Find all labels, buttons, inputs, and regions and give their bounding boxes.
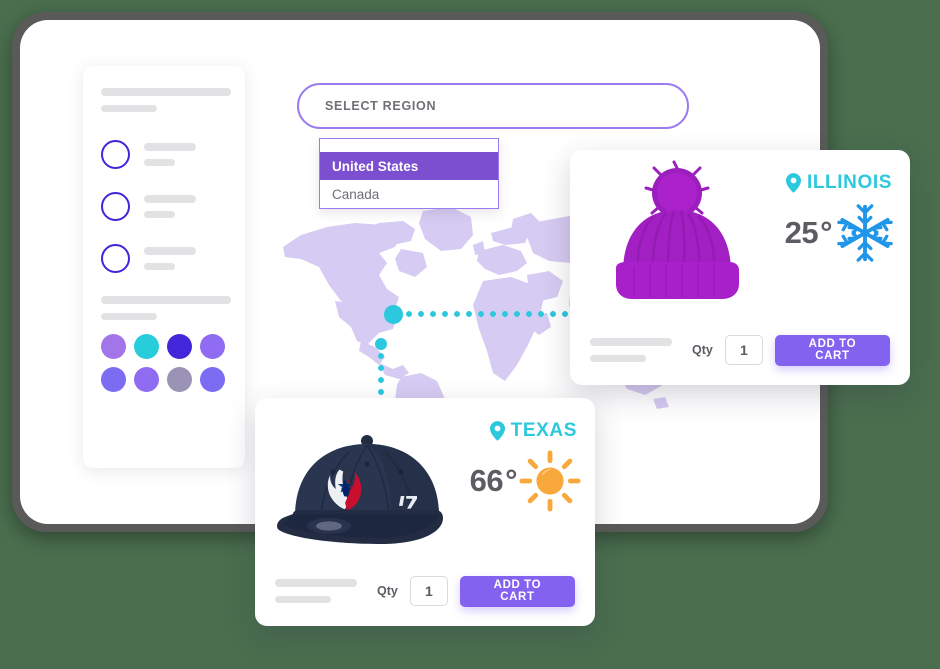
product-card-illinois: ILLINOIS 25 ° Qty 1 ADD TO CART <box>570 150 910 385</box>
color-swatch[interactable] <box>134 367 159 392</box>
sidebar-header-placeholder <box>101 88 231 112</box>
temperature-value-texas: 66 <box>469 463 504 498</box>
temperature-row-illinois: 25 ° <box>785 202 896 264</box>
location-name-illinois: ILLINOIS <box>806 172 892 193</box>
add-to-cart-button-texas[interactable]: ADD TO CART <box>459 575 575 607</box>
dropdown-option-canada[interactable]: Canada <box>320 180 498 208</box>
product-card-texas: TEXAS 66 ° Qty 1 ADD TO CART <box>255 398 595 626</box>
color-swatch[interactable] <box>101 367 126 392</box>
placeholder-line <box>590 355 646 362</box>
purple-beanie-hat-image <box>616 160 739 299</box>
circle-outline-icon <box>101 140 130 169</box>
dropdown-option-blank[interactable] <box>320 139 498 152</box>
placeholder-line <box>144 263 175 270</box>
location-name-texas: TEXAS <box>510 420 577 441</box>
select-region-label: SELECT REGION <box>325 99 437 113</box>
placeholder-line <box>275 579 357 587</box>
sidebar-item-1[interactable] <box>101 140 227 169</box>
placeholder-line <box>144 143 196 151</box>
map-dot-illinois[interactable] <box>384 305 403 324</box>
map-dot-texas[interactable] <box>375 338 387 350</box>
product-meta-placeholder <box>590 338 672 362</box>
placeholder-line <box>101 88 231 96</box>
color-swatch[interactable] <box>167 334 192 359</box>
snowflake-icon <box>837 204 893 262</box>
card-top-texas: TEXAS 66 ° <box>255 398 595 558</box>
sidebar-item-2[interactable] <box>101 192 227 221</box>
card-top-illinois: ILLINOIS 25 ° <box>570 150 910 315</box>
location-pin-icon <box>785 173 801 193</box>
placeholder-line <box>144 195 196 203</box>
location-row-texas: TEXAS <box>489 420 577 442</box>
qty-input-illinois[interactable] <box>724 335 763 365</box>
location-row-illinois: ILLINOIS <box>785 172 892 194</box>
region-dropdown-list[interactable]: United States Canada <box>319 138 499 209</box>
placeholder-line <box>275 596 331 603</box>
sidebar-item-3[interactable] <box>101 244 227 273</box>
placeholder-line <box>590 338 672 346</box>
temperature-value-illinois: 25 <box>784 215 819 250</box>
add-to-cart-button-illinois[interactable]: ADD TO CART <box>774 334 890 366</box>
card-bottom-illinois: Qty ADD TO CART <box>570 315 910 385</box>
placeholder-line <box>101 296 231 304</box>
qty-input-texas[interactable] <box>409 576 448 606</box>
placeholder-line <box>144 247 196 255</box>
placeholder-line <box>101 105 157 112</box>
color-swatch[interactable] <box>167 367 192 392</box>
degree-symbol: ° <box>505 463 517 498</box>
qty-label-illinois: Qty <box>692 343 713 357</box>
sidebar-item-label-placeholder <box>144 195 227 218</box>
circle-outline-icon <box>101 192 130 221</box>
degree-symbol: ° <box>820 215 832 250</box>
qty-label-texas: Qty <box>377 584 398 598</box>
location-pin-icon <box>489 421 505 441</box>
color-swatch[interactable] <box>134 334 159 359</box>
placeholder-line <box>144 159 175 166</box>
dropdown-option-united-states[interactable]: United States <box>320 152 498 180</box>
select-region-field[interactable]: SELECT REGION <box>297 83 689 129</box>
navy-baseball-cap-image <box>277 435 443 544</box>
sun-icon <box>519 450 581 512</box>
card-bottom-texas: Qty ADD TO CART <box>255 556 595 626</box>
color-swatch[interactable] <box>200 367 225 392</box>
color-swatch-grid <box>101 334 227 392</box>
sidebar-item-label-placeholder <box>144 143 227 166</box>
temperature-row-texas: 66 ° <box>470 450 581 512</box>
color-swatch[interactable] <box>101 334 126 359</box>
sidebar-section-header-placeholder <box>101 296 231 320</box>
placeholder-line <box>101 313 157 320</box>
sidebar-panel <box>83 66 245 468</box>
color-swatch[interactable] <box>200 334 225 359</box>
placeholder-line <box>144 211 175 218</box>
sidebar-item-label-placeholder <box>144 247 227 270</box>
circle-outline-icon <box>101 244 130 273</box>
product-meta-placeholder <box>275 579 357 603</box>
